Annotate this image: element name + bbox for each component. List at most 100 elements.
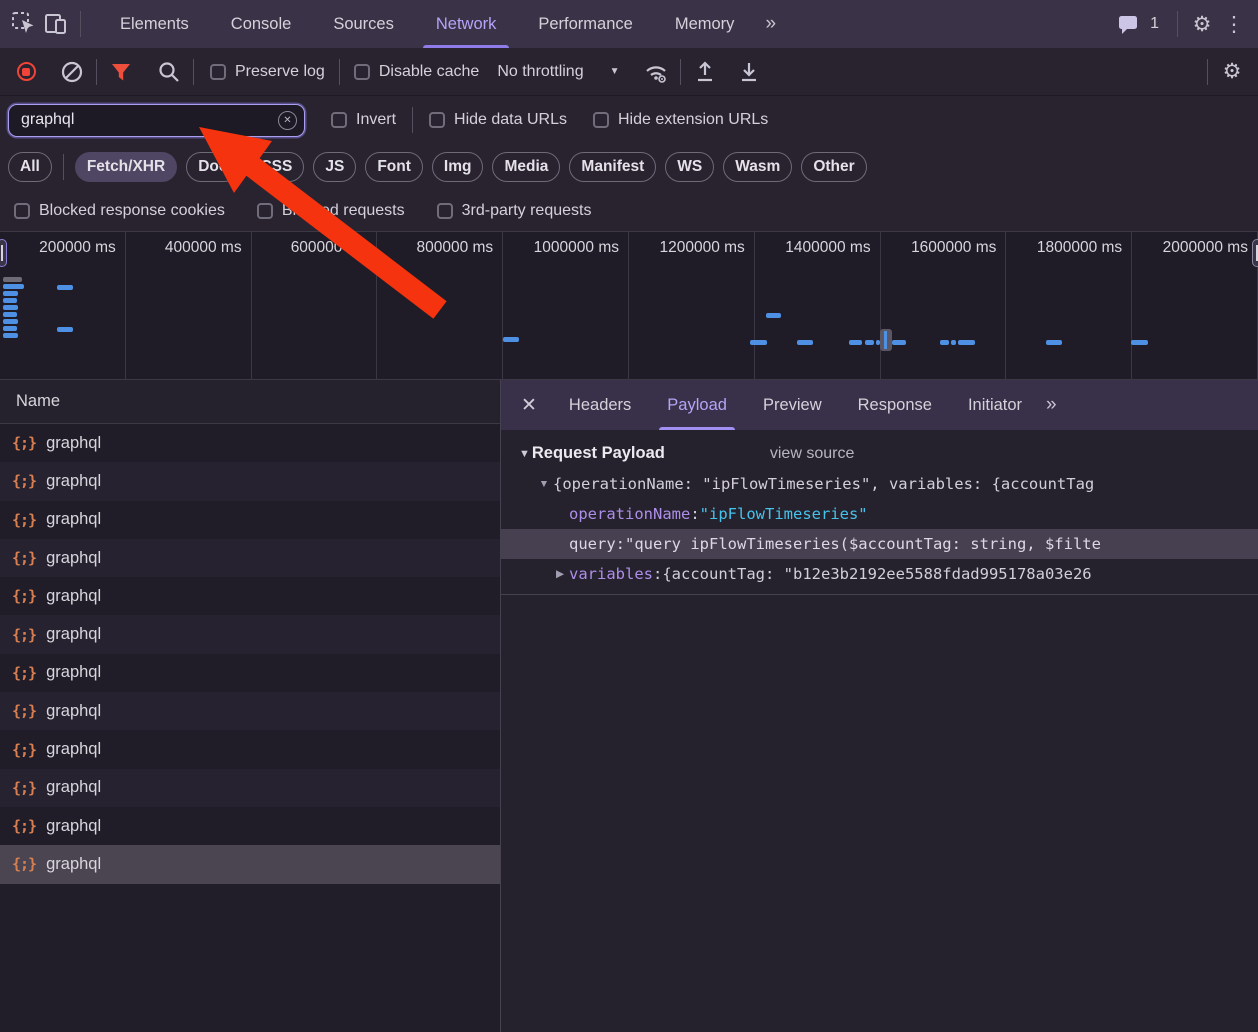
- more-detail-tabs-icon[interactable]: »: [1040, 394, 1061, 416]
- request-name: graphql: [46, 778, 102, 797]
- tab-memory[interactable]: Memory: [654, 0, 756, 48]
- record-network-log-button[interactable]: [10, 56, 42, 88]
- network-settings-gear-icon[interactable]: ⚙: [1216, 56, 1248, 88]
- chip-wasm[interactable]: Wasm: [723, 152, 793, 182]
- hide-extension-urls-label: Hide extension URLs: [617, 111, 769, 128]
- clear-network-log-button[interactable]: [56, 56, 88, 88]
- issues-count: 1: [1150, 15, 1159, 32]
- request-list-panel: Name {;} graphql {;} graphql {;} graphql {;} gr…: [0, 380, 501, 1032]
- view-source-link[interactable]: view source: [770, 445, 854, 463]
- timeline-request-bar: [865, 340, 874, 345]
- close-detail-icon[interactable]: ✕: [507, 394, 551, 417]
- chip-css[interactable]: CSS: [248, 152, 305, 182]
- preserve-log-checkbox[interactable]: Preserve log: [210, 63, 325, 81]
- throttling-dropdown[interactable]: No throttling ▼: [497, 63, 619, 81]
- network-filter-row: ✕ Invert Hide data URLs Hide extension U…: [0, 96, 1258, 144]
- timeline-request-bar: [3, 326, 17, 331]
- hide-extension-urls-checkbox[interactable]: Hide extension URLs: [592, 111, 769, 129]
- search-icon[interactable]: [153, 56, 185, 88]
- detail-tab-preview[interactable]: Preview: [745, 380, 840, 430]
- chip-manifest[interactable]: Manifest: [569, 152, 657, 182]
- request-list: {;} graphql {;} graphql {;} graphql {;} graphql…: [0, 424, 500, 1032]
- invert-checkbox[interactable]: Invert: [331, 111, 396, 129]
- chip-ws[interactable]: WS: [665, 152, 715, 182]
- hide-data-urls-checkbox[interactable]: Hide data URLs: [429, 111, 567, 129]
- table-row[interactable]: {;} graphql: [0, 424, 500, 463]
- more-panels-icon[interactable]: »: [755, 13, 784, 35]
- network-overview-timeline[interactable]: 200000 ms 400000 ms 600000 ms 800000 ms 1000…: [0, 232, 1258, 380]
- request-payload-section[interactable]: ▼ Request Payload view source: [501, 430, 1258, 469]
- detail-tab-payload[interactable]: Payload: [649, 380, 745, 430]
- request-name: graphql: [46, 854, 102, 873]
- timeline-request-bar: [1131, 340, 1148, 345]
- chip-fetchxhr[interactable]: Fetch/XHR: [74, 152, 178, 182]
- tab-console[interactable]: Console: [210, 0, 313, 48]
- payload-text-segment: "query ipFlowTimeseries($accountTag: str…: [625, 535, 1101, 553]
- request-type-chips: All Fetch/XHR Doc CSS JS Font Img Media Manifest…: [0, 144, 1258, 190]
- payload-line[interactable]: query: "query ipFlowTimeseries($accountT…: [501, 529, 1258, 559]
- name-column-header[interactable]: Name: [0, 380, 500, 424]
- table-row[interactable]: {;} graphql: [0, 845, 500, 884]
- chip-js[interactable]: JS: [313, 152, 357, 182]
- tabbar-right-actions: 1 ⚙ ⋮: [1112, 8, 1250, 40]
- tab-sources[interactable]: Sources: [312, 0, 415, 48]
- tab-performance[interactable]: Performance: [517, 0, 653, 48]
- payload-text-segment: :: [690, 505, 700, 523]
- tab-network[interactable]: Network: [415, 0, 518, 48]
- inspect-element-icon[interactable]: [8, 8, 40, 40]
- disable-cache-checkbox[interactable]: Disable cache: [353, 63, 479, 81]
- issues-bubble-icon[interactable]: [1112, 8, 1144, 40]
- chip-media[interactable]: Media: [492, 152, 561, 182]
- invert-label: Invert: [356, 111, 397, 128]
- clear-filter-icon[interactable]: ✕: [278, 110, 297, 130]
- table-row[interactable]: {;} graphql: [0, 692, 500, 731]
- table-row[interactable]: {;} graphql: [0, 538, 500, 578]
- chip-img[interactable]: Img: [431, 152, 484, 182]
- table-row[interactable]: {;} graphql: [0, 500, 500, 539]
- device-toolbar-icon[interactable]: [40, 8, 72, 40]
- payload-line[interactable]: ▶ variables: {accountTag: "b12e3b2192ee55…: [501, 559, 1258, 589]
- settings-gear-icon[interactable]: ⚙: [1186, 8, 1218, 40]
- chip-doc[interactable]: Doc: [186, 152, 240, 182]
- detail-tab-initiator[interactable]: Initiator: [950, 380, 1040, 430]
- chip-other[interactable]: Other: [801, 152, 867, 182]
- detail-tab-headers[interactable]: Headers: [551, 380, 649, 430]
- chip-all[interactable]: All: [8, 152, 52, 182]
- payload-line[interactable]: ▼ {operationName: "ipFlowTimeseries", var…: [501, 469, 1258, 499]
- timeline-request-bar: [3, 333, 18, 338]
- table-row[interactable]: {;} graphql: [0, 730, 500, 769]
- collapsed-triangle-icon[interactable]: ▶: [551, 568, 569, 580]
- request-name: graphql: [46, 701, 102, 720]
- blocked-response-cookies-checkbox[interactable]: Blocked response cookies: [14, 202, 225, 220]
- timeline-request-bar: [3, 305, 18, 310]
- timeline-request-bar: [892, 340, 906, 345]
- chip-font[interactable]: Font: [365, 152, 423, 182]
- blocked-requests-checkbox[interactable]: Blocked requests: [256, 202, 405, 220]
- filter-input[interactable]: [9, 111, 249, 129]
- detail-tab-response[interactable]: Response: [840, 380, 950, 430]
- filter-funnel-icon[interactable]: [105, 56, 137, 88]
- checkbox-box: [429, 112, 446, 128]
- payload-line[interactable]: operationName: "ipFlowTimeseries": [501, 499, 1258, 529]
- export-har-icon[interactable]: [733, 56, 765, 88]
- third-party-requests-label: 3rd-party requests: [461, 201, 592, 219]
- table-row[interactable]: {;} graphql: [0, 615, 500, 654]
- network-conditions-icon[interactable]: [640, 56, 672, 88]
- marker-line: [884, 331, 887, 349]
- import-har-icon[interactable]: [689, 56, 721, 88]
- table-row[interactable]: {;} graphql: [0, 462, 500, 501]
- tab-elements[interactable]: Elements: [99, 0, 210, 48]
- overview-right-handle[interactable]: [1252, 239, 1258, 267]
- table-row[interactable]: {;} graphql: [0, 768, 500, 807]
- kebab-menu-icon[interactable]: ⋮: [1218, 8, 1250, 40]
- overview-left-handle[interactable]: [0, 239, 7, 267]
- devtools-tab-strip: Elements Console Sources Network Performance…: [0, 0, 1258, 48]
- expanded-triangle-icon[interactable]: ▼: [535, 478, 553, 490]
- table-row[interactable]: {;} graphql: [0, 577, 500, 616]
- collapse-triangle-icon[interactable]: ▼: [519, 448, 530, 460]
- table-row[interactable]: {;} graphql: [0, 806, 500, 846]
- third-party-requests-checkbox[interactable]: 3rd-party requests: [436, 201, 592, 220]
- checkbox-box: [592, 112, 609, 128]
- table-row[interactable]: {;} graphql: [0, 653, 500, 693]
- detail-tab-strip: ✕ Headers Payload Preview Response Initiator…: [501, 380, 1258, 430]
